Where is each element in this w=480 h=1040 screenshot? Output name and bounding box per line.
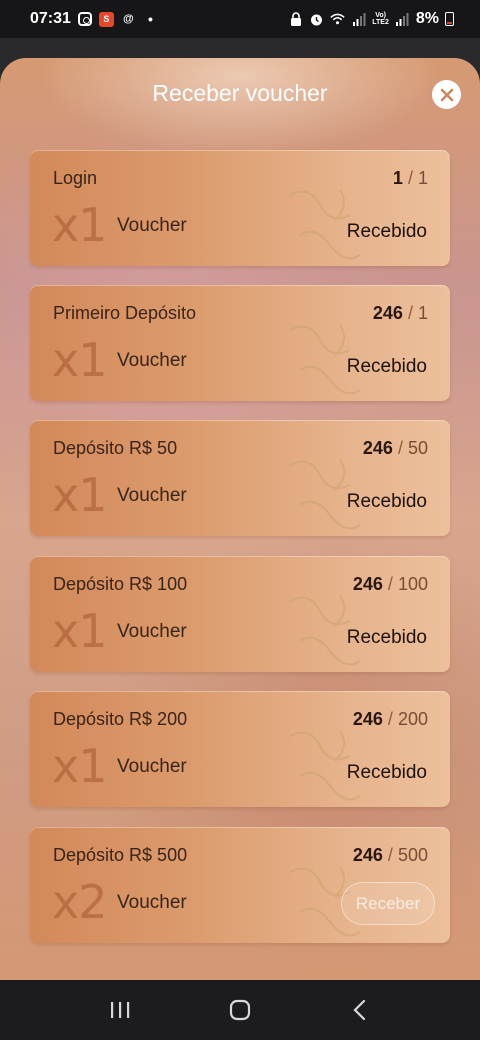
status-time: 07:31 [30, 10, 71, 27]
card-title: Depósito R$ 200 [53, 709, 188, 729]
voucher-card: Depósito R$ 100 246 / 100 x1 Voucher Rec… [30, 556, 450, 672]
signal-2-icon [395, 12, 410, 27]
claimed-status: Recebido [346, 762, 427, 783]
recents-icon [111, 1002, 130, 1018]
card-progress: 246 / 1 [372, 303, 428, 323]
status-bar: 07:31 S @ • Vo) LTE2 8% [0, 0, 480, 38]
voucher-label: Voucher [117, 485, 187, 506]
threads-icon: @ [123, 12, 134, 25]
voucher-multiplier: x2 [52, 875, 107, 929]
battery-icon [445, 12, 454, 26]
voucher-label: Voucher [117, 621, 187, 642]
voucher-card: Login 1 / 1 x1 Voucher Recebido [30, 150, 450, 266]
voucher-label: Voucher [117, 215, 187, 236]
voucher-card: Primeiro Depósito 246 / 1 x1 Voucher Rec… [30, 285, 450, 401]
back-button[interactable] [340, 990, 380, 1030]
alarm-icon [309, 12, 324, 27]
claimed-status: Recebido [346, 356, 427, 377]
card-title: Depósito R$ 500 [53, 845, 188, 865]
lock-icon [288, 12, 303, 27]
more-notifications-icon: • [147, 11, 153, 27]
instagram-icon [77, 12, 92, 26]
voucher-multiplier: x1 [52, 604, 107, 658]
claim-button[interactable]: Receber [341, 882, 435, 925]
voucher-multiplier: x1 [52, 468, 107, 522]
battery-percent: 8% [415, 10, 439, 27]
voucher-multiplier: x1 [52, 333, 107, 387]
card-progress: 246 / 100 [352, 574, 428, 594]
voucher-multiplier: x1 [52, 198, 107, 252]
voucher-modal: Receber voucher Login 1 / 1 x1 Voucher R… [0, 58, 480, 980]
voucher-label: Voucher [117, 350, 187, 371]
card-title: Depósito R$ 100 [53, 574, 188, 594]
recents-button[interactable] [100, 990, 140, 1030]
app-notification-icon: S [98, 11, 114, 27]
claimed-status: Recebido [346, 491, 427, 512]
card-progress: 246 / 200 [352, 709, 428, 729]
home-button[interactable] [220, 990, 260, 1030]
voucher-multiplier: x1 [52, 739, 107, 793]
close-icon [440, 88, 453, 101]
close-button[interactable] [432, 80, 461, 109]
wifi-icon [330, 12, 345, 27]
voucher-label: Voucher [117, 892, 187, 913]
modal-title: Receber voucher [152, 80, 328, 106]
card-title: Depósito R$ 50 [53, 438, 178, 458]
home-icon [229, 999, 251, 1021]
voucher-card: Depósito R$ 50 246 / 50 x1 Voucher Receb… [30, 420, 450, 536]
claimed-status: Recebido [346, 221, 427, 242]
voucher-label: Voucher [117, 756, 187, 777]
signal-icon [351, 12, 366, 27]
voucher-card: Depósito R$ 200 246 / 200 x1 Voucher Rec… [30, 691, 450, 807]
card-title: Login [53, 168, 98, 188]
card-progress: 246 / 50 [362, 438, 428, 458]
network-type-label: Vo) LTE2 [372, 12, 389, 26]
claimed-status: Recebido [346, 627, 427, 648]
card-progress: 246 / 500 [352, 845, 428, 865]
voucher-card: Depósito R$ 500 246 / 500 x2 Voucher Rec… [30, 827, 450, 943]
back-icon [353, 999, 366, 1021]
navigation-bar [0, 980, 480, 1040]
card-title: Primeiro Depósito [53, 303, 197, 323]
card-progress: 1 / 1 [392, 168, 428, 188]
